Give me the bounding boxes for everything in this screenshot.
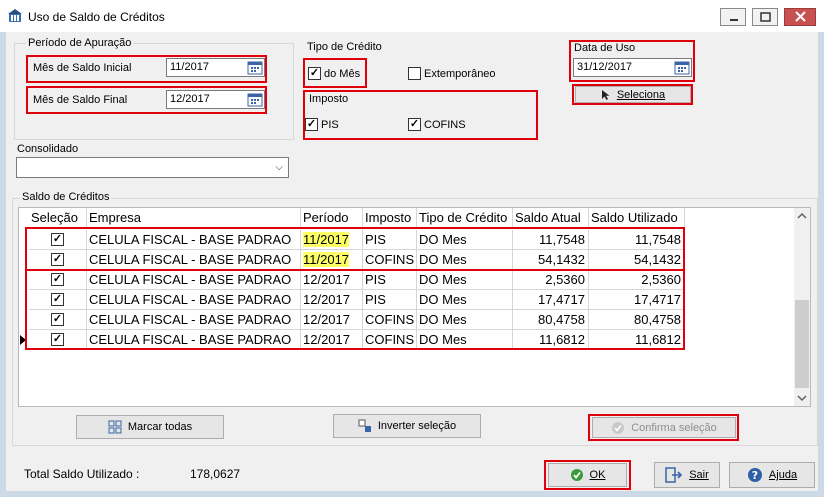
annotation-box — [25, 269, 685, 350]
do-mes-label: do Mês — [324, 68, 361, 80]
close-icon — [795, 11, 806, 22]
column-header-selecao[interactable]: Seleção — [29, 208, 87, 228]
sair-label: Sair — [689, 469, 709, 481]
tipo-credito-group-label: Tipo de Crédito — [305, 41, 384, 53]
svg-text:?: ? — [752, 469, 758, 482]
do-mes-checkbox[interactable]: ✓ — [308, 67, 321, 80]
total-value: 178,0627 — [190, 467, 241, 481]
inverter-selecao-label: Inverter seleção — [377, 420, 457, 432]
saldo-inicial-field[interactable]: 11/2017 — [166, 58, 265, 77]
column-header-tipo-credito[interactable]: Tipo de Crédito — [417, 208, 513, 228]
ajuda-button[interactable]: ? Ajuda — [729, 462, 815, 488]
seleciona-button[interactable]: Seleciona — [575, 86, 691, 103]
data-uso-field[interactable]: 31/12/2017 — [573, 58, 692, 77]
column-header-imposto[interactable]: Imposto — [363, 208, 417, 228]
column-header-saldo-utilizado[interactable]: Saldo Utilizado — [589, 208, 685, 228]
data-uso-label: Data de Uso — [574, 42, 636, 54]
cofins-label: COFINS — [424, 119, 466, 131]
title-bar: Uso de Saldo de Créditos — [0, 0, 824, 32]
saldo-final-label: Mês de Saldo Final — [33, 94, 128, 106]
check-circle-icon — [570, 469, 583, 481]
saldo-group-label: Saldo de Créditos — [20, 191, 112, 203]
ok-label: OK — [589, 469, 606, 481]
building-icon — [8, 9, 22, 22]
marcar-todas-button[interactable]: Marcar todas — [76, 415, 224, 439]
calendar-icon[interactable] — [674, 60, 690, 75]
close-button[interactable] — [784, 8, 816, 26]
check-circle-icon — [612, 421, 625, 434]
marcar-todas-label: Marcar todas — [127, 421, 193, 433]
cursor-icon — [601, 89, 610, 100]
confirma-selecao-button[interactable]: Confirma seleção — [592, 417, 736, 438]
confirma-selecao-label: Confirma seleção — [631, 421, 717, 434]
saldo-inicial-label: Mês de Saldo Inicial — [33, 62, 132, 74]
exit-door-icon — [665, 467, 683, 483]
extemporaneo-checkbox[interactable] — [408, 67, 421, 80]
minimize-icon — [730, 19, 738, 21]
maximize-icon — [760, 12, 771, 22]
seleciona-label: Seleciona — [616, 88, 666, 101]
cofins-checkbox[interactable]: ✓ — [408, 118, 421, 131]
ajuda-label: Ajuda — [768, 469, 798, 481]
saldo-inicial-value: 11/2017 — [170, 61, 209, 73]
invert-selection-icon — [358, 419, 371, 432]
saldo-final-value: 12/2017 — [170, 93, 210, 105]
chevron-down-icon: ⌵ — [275, 162, 283, 173]
annotation-box — [25, 227, 685, 271]
scroll-down-icon[interactable] — [797, 394, 807, 402]
scroll-thumb[interactable] — [795, 300, 809, 388]
sair-button[interactable]: Sair — [654, 462, 720, 488]
column-header-saldo-atual[interactable]: Saldo Atual — [513, 208, 589, 228]
inverter-selecao-button[interactable]: Inverter seleção — [333, 414, 481, 438]
periodo-group-label: Período de Apuração — [26, 37, 134, 49]
column-header-empresa[interactable]: Empresa — [87, 208, 301, 228]
maximize-button[interactable] — [752, 8, 778, 26]
scroll-up-icon[interactable] — [797, 212, 807, 220]
pis-checkbox[interactable]: ✓ — [305, 118, 318, 131]
grid-icon — [108, 420, 122, 434]
consolidado-select[interactable]: ⌵ — [16, 157, 289, 178]
window-title: Uso de Saldo de Créditos — [28, 10, 165, 24]
calendar-icon[interactable] — [247, 92, 263, 107]
data-uso-value: 31/12/2017 — [577, 61, 633, 73]
grid-scrollbar[interactable] — [794, 208, 810, 406]
help-icon: ? — [747, 468, 762, 482]
column-header-periodo[interactable]: Período — [301, 208, 363, 228]
minimize-button[interactable] — [720, 8, 746, 26]
extemporaneo-label: Extemporâneo — [424, 68, 496, 80]
pis-label: PIS — [321, 119, 339, 131]
total-label: Total Saldo Utilizado : — [24, 467, 140, 481]
ok-button[interactable]: OK — [548, 463, 627, 487]
calendar-icon[interactable] — [247, 60, 263, 75]
consolidado-label: Consolidado — [17, 143, 79, 155]
imposto-group-label: Imposto — [307, 93, 351, 105]
saldo-final-field[interactable]: 12/2017 — [166, 90, 265, 109]
